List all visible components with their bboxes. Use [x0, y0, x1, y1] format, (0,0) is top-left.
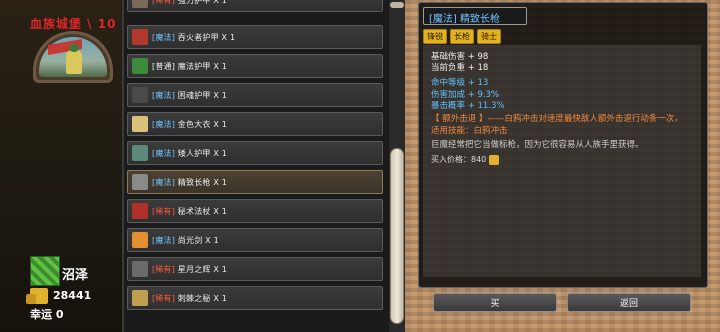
item-label: [魔法] 尚光剑 X 1 [152, 235, 219, 246]
item-row[interactable]: [稀有] 星月之辉 X 1 [127, 257, 383, 281]
armor-icon [132, 145, 148, 161]
item-name: 金色大衣 [175, 119, 211, 129]
staff-icon [132, 261, 148, 277]
item-count: X 1 [213, 293, 228, 303]
item-name: 秘术法杖 [175, 206, 211, 216]
item-quality: [魔法] [152, 90, 176, 100]
luck-label: 幸运 0 [30, 308, 64, 321]
item-label: [稀有] 星月之辉 X 1 [152, 264, 227, 275]
swamp-terrain-icon [30, 256, 60, 286]
item-label: [魔法] 矮人护甲 X 1 [152, 148, 227, 159]
item-quality: [稀有] [152, 0, 176, 5]
scrollbar-top [390, 2, 404, 8]
item-row[interactable]: [魔法] 矮人护甲 X 1 [127, 141, 383, 165]
item-quality: [稀有] [152, 293, 176, 303]
item-name: 吞火者护甲 [175, 32, 219, 42]
item-quality: [魔法] [152, 177, 176, 187]
armor-icon [132, 58, 148, 74]
item-row[interactable]: [普通] 魔法护甲 X 1 [127, 54, 383, 78]
item-count: X 1 [213, 119, 228, 129]
armor-icon [132, 29, 148, 45]
price-line: 买入价格： 840 [431, 154, 500, 165]
gold-coins-icon [26, 288, 48, 304]
item-label: [普通] 魔法护甲 X 1 [152, 61, 227, 72]
item-count: X 1 [213, 264, 228, 274]
special-effect-line2: 适用技能：白鸦冲击 [431, 126, 508, 136]
item-row[interactable]: [魔法] 尚光剑 X 1 [127, 228, 383, 252]
item-quality: [魔法] [152, 235, 176, 245]
item-label: [魔法] 精致长枪 X 1 [152, 177, 227, 188]
scrollbar-thumb[interactable] [390, 148, 404, 324]
item-count: X 1 [213, 90, 228, 100]
item-name: 魔法护甲 [175, 61, 211, 71]
item-row[interactable]: [魔法] 吞火者护甲 X 1 [127, 25, 383, 49]
price-label: 买入价格： [431, 155, 471, 164]
item-name: 尚光剑 [175, 235, 203, 245]
item-quality: [魔法] [152, 32, 176, 42]
item-count: X 1 [205, 235, 219, 245]
item-label: [稀有] 强力护甲 X 1 [152, 0, 227, 6]
stat-line: 命中等级 + 13 [431, 78, 489, 88]
spear-icon [132, 174, 148, 190]
item-name: 精致长枪 [175, 177, 211, 187]
flavor-text: 巨魔经常把它当做标枪，因为它很容易从人族手里获得。 [431, 140, 644, 150]
item-name: 刺棘之秘 [175, 293, 211, 303]
knight-icon [66, 44, 82, 74]
item-name: 星月之辉 [175, 264, 211, 274]
item-count: X 1 [213, 177, 228, 187]
stat-line: 暴击概率 + 11.3% [431, 101, 505, 111]
item-quality: [稀有] [152, 206, 176, 216]
item-list[interactable]: [稀有] 强力护甲 X 1 [魔法] 吞火者护甲 X 1 [普通] 魔法护甲 X 1… [127, 0, 384, 332]
item-name: 矮人护甲 [175, 148, 211, 158]
item-count: X 1 [213, 148, 228, 158]
item-detail-panel: [魔法] 精致长枪 锋锐 长枪 骑士 基础伤害 + 98 当前负重 + 18 命中等级 … [418, 2, 708, 288]
stat-line: 当前负重 + 18 [431, 63, 489, 73]
item-count: X 1 [221, 32, 236, 42]
buy-button[interactable]: 买 [433, 293, 557, 312]
item-row[interactable]: [魔法] 困魂护甲 X 1 [127, 83, 383, 107]
item-label: [魔法] 金色大衣 X 1 [152, 119, 227, 130]
back-button[interactable]: 返回 [567, 293, 691, 312]
item-quality: [魔法] [152, 119, 176, 129]
special-effect-line1: 【 额外击退 】——白鸦冲击对速度最快敌人额外击退行动条一次， [431, 114, 683, 124]
sword-icon [132, 232, 148, 248]
staff-icon [132, 203, 148, 219]
item-row[interactable]: [稀有] 秘术法杖 X 1 [127, 199, 383, 223]
item-row[interactable]: [稀有] 强力护甲 X 1 [127, 0, 383, 12]
item-quality: [普通] [152, 61, 176, 71]
item-quality: [稀有] [152, 264, 176, 274]
item-count: X 1 [213, 0, 228, 5]
item-label: [稀有] 秘术法杖 X 1 [152, 206, 227, 217]
item-row[interactable]: [稀有] 刺棘之秘 X 1 [127, 286, 383, 310]
item-label: [稀有] 刺棘之秘 X 1 [152, 293, 227, 304]
item-name: 强力护甲 [175, 0, 211, 5]
item-quality: [魔法] [152, 148, 176, 158]
item-row[interactable]: [魔法] 金色大衣 X 1 [127, 112, 383, 136]
item-count: X 1 [213, 206, 228, 216]
gold-amount: 28441 [53, 289, 92, 302]
sword-icon [132, 290, 148, 306]
item-name: 困魂护甲 [175, 90, 211, 100]
armor-icon [132, 87, 148, 103]
item-label: [魔法] 吞火者护甲 X 1 [152, 32, 235, 43]
terrain-label: 沼泽 [62, 268, 89, 283]
item-row[interactable]: [魔法] 精致长枪 X 1 [127, 170, 383, 194]
gold-coin-icon [489, 154, 500, 165]
armor-icon [132, 0, 148, 8]
coat-icon [132, 116, 148, 132]
price-value: 840 [471, 155, 487, 164]
item-label: [魔法] 困魂护甲 X 1 [152, 90, 227, 101]
castle-title: 血族城堡 \ 10 [30, 17, 117, 31]
item-count: X 1 [213, 61, 228, 71]
